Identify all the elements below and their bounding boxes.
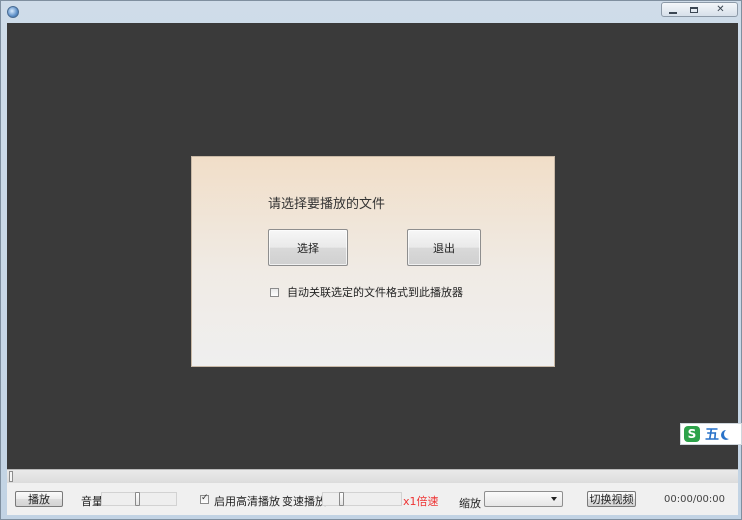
- exit-button[interactable]: 退出: [407, 229, 481, 266]
- app-icon: [7, 6, 19, 18]
- close-button[interactable]: ✕: [704, 2, 738, 17]
- ime-toolbar[interactable]: S 五: [680, 423, 742, 445]
- speed-slider[interactable]: [322, 492, 402, 506]
- ime-logo-icon: S: [684, 426, 700, 442]
- speed-slider-thumb[interactable]: [339, 492, 344, 506]
- volume-label: 音量: [81, 495, 103, 508]
- close-icon: ✕: [716, 3, 725, 15]
- switch-video-button[interactable]: 切换视频: [587, 491, 636, 507]
- dialog-prompt: 请选择要播放的文件: [268, 197, 386, 212]
- associate-format-option[interactable]: 自动关联选定的文件格式到此播放器: [270, 284, 463, 300]
- select-file-button[interactable]: 选择: [268, 229, 348, 266]
- speed-label: 变速播放: [282, 495, 326, 508]
- minimize-button[interactable]: [661, 2, 684, 17]
- client-area: 请选择要播放的文件 选择 退出 自动关联选定的文件格式到此播放器 播放 音量 ✓…: [7, 23, 738, 515]
- time-display: 00:00/00:00: [664, 494, 726, 505]
- window-title: [25, 5, 185, 19]
- associate-format-label: 自动关联选定的文件格式到此播放器: [287, 286, 463, 299]
- play-button[interactable]: 播放: [15, 491, 63, 507]
- maximize-button[interactable]: [683, 2, 705, 17]
- seek-bar[interactable]: [7, 469, 738, 483]
- volume-slider[interactable]: [101, 492, 177, 506]
- open-file-dialog: 请选择要播放的文件 选择 退出 自动关联选定的文件格式到此播放器: [191, 156, 555, 367]
- title-bar[interactable]: ✕: [1, 1, 741, 23]
- select-file-label: 选择: [297, 241, 319, 255]
- zoom-dropdown[interactable]: [484, 491, 563, 507]
- zoom-label: 缩放: [459, 497, 481, 510]
- exit-label: 退出: [433, 241, 455, 255]
- hd-playback-label: 启用高清播放: [214, 495, 280, 508]
- speed-value: x1倍速: [403, 495, 439, 508]
- moon-icon[interactable]: [724, 429, 734, 439]
- restore-icon: [689, 6, 698, 13]
- video-area[interactable]: 请选择要播放的文件 选择 退出 自动关联选定的文件格式到此播放器: [7, 23, 738, 469]
- minimize-icon: [668, 11, 677, 14]
- seek-handle[interactable]: [9, 471, 13, 482]
- chevron-down-icon: [551, 497, 557, 501]
- switch-video-label: 切换视频: [589, 493, 634, 506]
- ime-wubi-mode[interactable]: 五: [705, 424, 719, 444]
- play-label: 播放: [28, 493, 50, 506]
- control-toolbar: 播放 音量 启用高清播放 变速播放 x1倍速 缩放 切换视频 00:00/00:…: [7, 483, 738, 515]
- hd-playback-checkbox[interactable]: [200, 493, 209, 504]
- app-window: ✕ 请选择要播放的文件 选择 退出 自动关联选定的文件格式到此播放器 播放 音量…: [0, 0, 742, 520]
- volume-slider-thumb[interactable]: [135, 492, 140, 506]
- associate-format-checkbox[interactable]: [270, 287, 279, 297]
